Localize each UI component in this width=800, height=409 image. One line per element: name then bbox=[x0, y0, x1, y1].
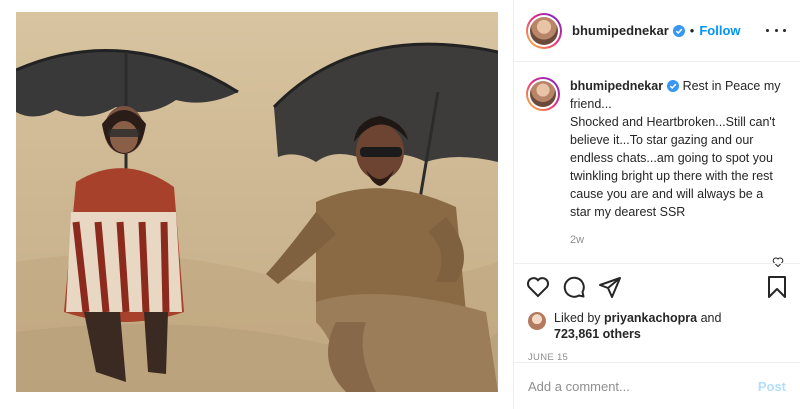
comment-input[interactable] bbox=[528, 378, 758, 394]
caption-body: bhumipednekar Rest in Peace my friend...… bbox=[570, 77, 784, 249]
photo-illustration bbox=[16, 12, 498, 392]
likes-summary: Liked by priyankachopra and 723,861 othe… bbox=[514, 310, 800, 342]
comment-icon[interactable] bbox=[562, 275, 586, 299]
comments-list[interactable]: bhumipednekar Rest in Peace my friend...… bbox=[514, 63, 800, 263]
caption-time[interactable]: 2w bbox=[570, 231, 784, 249]
instagram-post-modal: bhumipednekar • Follow bhumipednekar Res… bbox=[0, 0, 800, 409]
caption-avatar[interactable] bbox=[526, 77, 560, 111]
heart-icon[interactable] bbox=[526, 275, 550, 299]
media-pane bbox=[0, 0, 514, 409]
likes-text: Liked by priyankachopra and 723,861 othe… bbox=[554, 310, 721, 342]
post-header: bhumipednekar • Follow bbox=[514, 0, 800, 62]
follow-button[interactable]: Follow bbox=[699, 23, 740, 38]
verified-badge-icon bbox=[667, 80, 680, 92]
actions-section: Liked by priyankachopra and 723,861 othe… bbox=[514, 263, 800, 363]
post-sidebar: bhumipednekar • Follow bhumipednekar Res… bbox=[514, 0, 800, 409]
caption: bhumipednekar Rest in Peace my friend...… bbox=[526, 77, 784, 249]
liker-avatar[interactable] bbox=[528, 312, 546, 330]
bookmark-icon[interactable] bbox=[766, 275, 788, 299]
post-comment-button[interactable]: Post bbox=[758, 379, 786, 394]
add-comment-bar: Post bbox=[514, 362, 800, 409]
share-icon[interactable] bbox=[598, 275, 622, 299]
post-photo[interactable] bbox=[16, 12, 498, 392]
likes-middle: and bbox=[697, 311, 722, 325]
caption-username[interactable]: bhumipednekar bbox=[570, 79, 663, 93]
header-separator: • bbox=[689, 23, 695, 38]
action-bar bbox=[514, 264, 800, 310]
verified-badge-icon bbox=[672, 24, 685, 37]
likes-count[interactable]: 723,861 others bbox=[554, 327, 641, 341]
liker-username[interactable]: priyankachopra bbox=[604, 311, 697, 325]
caption-text: Rest in Peace my friend... Shocked and H… bbox=[570, 79, 781, 219]
likes-prefix: Liked by bbox=[554, 311, 605, 325]
author-avatar[interactable] bbox=[526, 12, 562, 49]
author-username[interactable]: bhumipednekar bbox=[572, 23, 669, 38]
more-options-icon[interactable] bbox=[766, 22, 786, 38]
